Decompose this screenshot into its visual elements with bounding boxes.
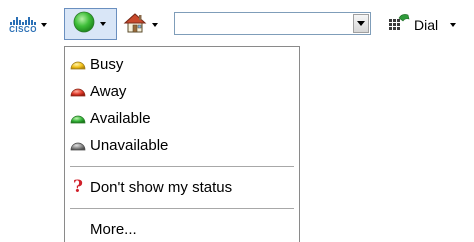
chevron-down-icon xyxy=(450,23,457,27)
menu-item-available[interactable]: Available xyxy=(69,106,295,130)
dial-button[interactable]: Dial xyxy=(388,10,474,40)
green-status-icon xyxy=(69,109,87,127)
page: CISCO Dial Busy Away Available Unavailab… xyxy=(0,0,474,242)
gray-status-icon xyxy=(69,136,87,154)
menu-separator xyxy=(70,208,294,210)
dial-combo-box[interactable] xyxy=(174,12,371,35)
chevron-down-icon xyxy=(41,23,47,27)
menu-item-away[interactable]: Away xyxy=(69,79,295,103)
status-menu-button[interactable] xyxy=(64,8,117,40)
question-mark-icon: ? xyxy=(73,177,83,197)
dial-number-input[interactable] xyxy=(175,13,353,34)
home-menu-button[interactable] xyxy=(123,10,169,40)
menu-item-label: Busy xyxy=(90,55,124,73)
menu-item-unavailable[interactable]: Unavailable xyxy=(69,133,295,157)
home-icon xyxy=(123,12,147,38)
menu-item-label: Don't show my status xyxy=(90,178,233,196)
chevron-down-icon xyxy=(100,22,106,26)
cisco-logo-icon: CISCO xyxy=(9,16,37,34)
menu-item-label: More... xyxy=(90,220,137,238)
menu-item-label: Away xyxy=(90,82,127,100)
cisco-menu-button[interactable]: CISCO xyxy=(9,10,52,40)
dialpad-icon xyxy=(388,13,410,37)
menu-item-dont-show-status[interactable]: ? Don't show my status xyxy=(69,175,295,199)
menu-item-busy[interactable]: Busy xyxy=(69,52,295,76)
menu-item-label: Unavailable xyxy=(90,136,169,154)
menu-separator xyxy=(70,166,294,168)
status-dropdown-menu: Busy Away Available Unavailable ? Don't … xyxy=(64,46,300,242)
chevron-down-icon xyxy=(357,21,365,26)
menu-item-label: Available xyxy=(90,109,151,127)
chevron-down-icon xyxy=(152,23,158,27)
menu-item-more[interactable]: More... xyxy=(69,217,295,241)
cisco-logo-text: CISCO xyxy=(9,24,37,34)
toolbar: CISCO Dial xyxy=(0,0,474,50)
combo-dropdown-button[interactable] xyxy=(353,14,369,33)
dial-label: Dial xyxy=(414,17,439,33)
yellow-status-icon xyxy=(69,55,87,73)
green-status-icon xyxy=(73,11,95,37)
red-status-icon xyxy=(69,82,87,100)
